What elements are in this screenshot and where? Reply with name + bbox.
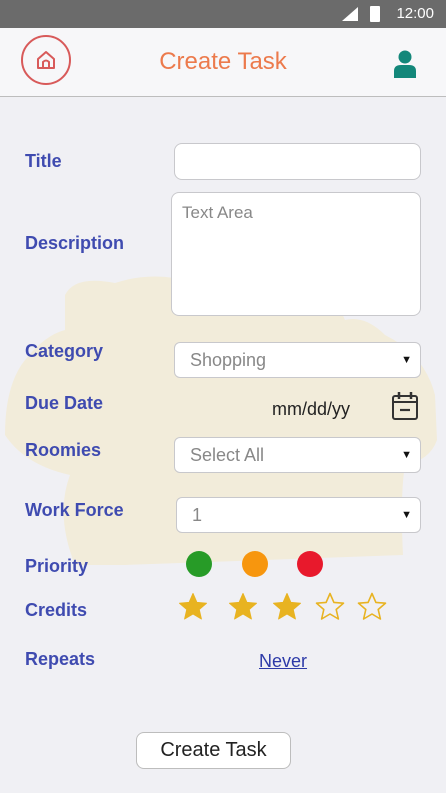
due-date-input[interactable]: mm/dd/yy xyxy=(272,399,350,420)
priority-label: Priority xyxy=(25,556,89,576)
create-task-button[interactable]: Create Task xyxy=(136,732,291,769)
work-force-value: 1 xyxy=(192,504,203,525)
credit-star-4-star-outline-icon[interactable] xyxy=(315,592,345,622)
category-value: Shopping xyxy=(190,349,267,370)
description-textarea[interactable]: Text Area xyxy=(171,192,421,316)
signal-icon xyxy=(342,7,358,21)
work-force-select[interactable]: 1 ▼ xyxy=(176,497,421,533)
priority-high-dot[interactable] xyxy=(297,551,323,577)
credit-star-1-star-filled-icon[interactable] xyxy=(178,592,208,622)
repeats-link[interactable]: Never xyxy=(259,651,307,672)
credit-star-5-star-outline-icon[interactable] xyxy=(357,592,387,622)
priority-low-dot[interactable] xyxy=(186,551,212,577)
app-header: Create Task xyxy=(0,28,446,97)
work-force-label: Work Force xyxy=(25,500,124,520)
description-label: Description xyxy=(25,233,125,253)
repeats-label: Repeats xyxy=(25,649,96,669)
credit-star-3-star-filled-icon[interactable] xyxy=(272,592,302,622)
roomies-label: Roomies xyxy=(25,440,102,460)
status-time: 12:00 xyxy=(396,5,434,22)
caret-down-icon: ▼ xyxy=(401,354,412,366)
caret-down-icon: ▼ xyxy=(401,449,412,461)
credit-star-2-star-filled-icon[interactable] xyxy=(228,592,258,622)
category-label: Category xyxy=(25,341,104,361)
priority-medium-dot[interactable] xyxy=(242,551,268,577)
calendar-icon[interactable] xyxy=(391,391,419,421)
caret-down-icon: ▼ xyxy=(401,509,412,521)
category-select[interactable]: Shopping ▼ xyxy=(174,342,421,378)
roomies-value: Select All xyxy=(190,444,265,465)
battery-icon xyxy=(370,6,380,22)
due-date-label: Due Date xyxy=(25,393,104,413)
status-bar: 12:00 xyxy=(0,0,446,28)
page-title: Create Task xyxy=(159,48,287,75)
user-icon[interactable] xyxy=(394,50,416,78)
roomies-select[interactable]: Select All ▼ xyxy=(174,437,421,473)
title-label: Title xyxy=(25,151,62,171)
title-input[interactable] xyxy=(174,143,421,180)
credits-label: Credits xyxy=(25,600,88,620)
